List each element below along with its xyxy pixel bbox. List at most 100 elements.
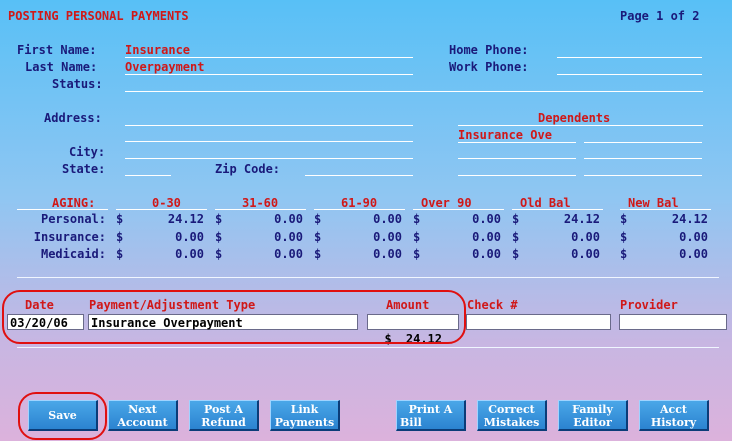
dependent-1-underline	[458, 142, 576, 143]
last-name-label: Last Name:	[25, 60, 98, 74]
check-label: Check #	[467, 298, 518, 312]
dependent-5-underline	[458, 175, 576, 176]
aging-row-label: Medicaid:	[40, 247, 106, 261]
aging-cell: 24.12	[563, 212, 600, 226]
aging-cell: 0.00	[373, 230, 402, 244]
aging-header-over-90: Over 90	[421, 196, 472, 210]
button-label-line: Link	[290, 403, 319, 416]
aging-cell: 0.00	[679, 247, 708, 261]
screen-title: POSTING PERSONAL PAYMENTS	[8, 9, 189, 23]
annotation-circle-payment	[2, 290, 466, 344]
aging-cell: 24.12	[671, 212, 708, 226]
button-label-line: Editor	[573, 416, 612, 429]
check-input[interactable]	[466, 314, 611, 330]
state-underline	[125, 175, 171, 176]
work-phone-underline	[557, 74, 702, 75]
first-name-label: First Name:	[17, 43, 97, 57]
button-label-line: Acct	[659, 403, 687, 416]
aging-underline	[512, 209, 603, 210]
aging-currency: $	[215, 247, 223, 261]
next-account-button[interactable]: Next Account	[108, 400, 178, 431]
button-label-line: Bill	[400, 416, 422, 429]
aging-currency: $	[512, 212, 520, 226]
address-line1	[125, 125, 413, 126]
section-divider	[17, 277, 719, 278]
aging-header-31-60: 31-60	[242, 196, 279, 210]
aging-row-label: Personal:	[40, 212, 106, 226]
last-name-underline	[125, 74, 413, 75]
aging-currency: $	[215, 230, 223, 244]
print-bill-button[interactable]: Print A Bill	[396, 400, 466, 431]
link-payments-button[interactable]: Link Payments	[270, 400, 340, 431]
aging-cell: 0.00	[274, 247, 303, 261]
aging-cell: 0.00	[571, 230, 600, 244]
aging-cell: 0.00	[274, 212, 303, 226]
aging-cell: 0.00	[472, 212, 501, 226]
aging-cell: 0.00	[472, 247, 501, 261]
button-label-line: Account	[117, 416, 168, 429]
aging-cell: 0.00	[373, 247, 402, 261]
zip-underline	[305, 175, 413, 176]
page-indicator: Page 1 of 2	[620, 9, 700, 23]
aging-currency: $	[620, 247, 628, 261]
aging-cell: 0.00	[571, 247, 600, 261]
correct-mistakes-button[interactable]: Correct Mistakes	[477, 400, 547, 431]
dependents-underline	[458, 125, 703, 126]
address-line2	[125, 141, 413, 142]
aging-cell: 0.00	[679, 230, 708, 244]
section-divider	[17, 347, 719, 348]
aging-currency: $	[620, 212, 628, 226]
aging-currency: $	[512, 247, 520, 261]
button-label-line: Family	[572, 403, 613, 416]
status-underline	[125, 91, 703, 92]
provider-input[interactable]	[619, 314, 727, 330]
aging-currency: $	[314, 230, 322, 244]
city-underline	[125, 158, 413, 159]
home-phone-label: Home Phone:	[449, 43, 529, 57]
status-label: Status:	[52, 77, 103, 91]
first-name-value: Insurance	[125, 43, 191, 57]
dependent-4-underline	[584, 158, 702, 159]
aging-currency: $	[116, 212, 124, 226]
dependent-2-underline	[584, 142, 702, 143]
aging-cell: 0.00	[175, 247, 204, 261]
annotation-circle-save	[18, 392, 107, 440]
aging-currency: $	[314, 212, 322, 226]
button-label-line: Post A	[204, 403, 243, 416]
dependent-6-underline	[584, 175, 702, 176]
aging-header-0-30: 0-30	[152, 196, 181, 210]
post-refund-button[interactable]: Post A Refund	[189, 400, 259, 431]
aging-header-old-bal: Old Bal	[520, 196, 571, 210]
aging-currency: $	[314, 247, 322, 261]
button-label-line: Print A	[408, 403, 453, 416]
family-editor-button[interactable]: Family Editor	[558, 400, 628, 431]
aging-currency: $	[413, 247, 421, 261]
aging-underline	[620, 209, 711, 210]
aging-cell: 0.00	[274, 230, 303, 244]
address-label: Address:	[44, 111, 102, 125]
aging-currency: $	[620, 230, 628, 244]
aging-currency: $	[413, 212, 421, 226]
aging-underline	[17, 209, 108, 210]
aging-currency: $	[215, 212, 223, 226]
aging-currency: $	[512, 230, 520, 244]
state-label: State:	[62, 162, 106, 176]
button-label-line: Next	[128, 403, 157, 416]
first-name-underline	[125, 57, 413, 58]
aging-cell: 0.00	[472, 230, 501, 244]
aging-underline	[314, 209, 405, 210]
aging-underline	[215, 209, 306, 210]
aging-row-label: Insurance:	[33, 230, 106, 244]
button-label-line: Correct	[488, 403, 535, 416]
work-phone-label: Work Phone:	[449, 60, 529, 74]
aging-underline	[116, 209, 207, 210]
dependent-3-underline	[458, 158, 576, 159]
city-label: City:	[69, 145, 106, 159]
aging-cell: 24.12	[167, 212, 204, 226]
aging-cell: 0.00	[175, 230, 204, 244]
aging-header-label: AGING:	[52, 196, 96, 210]
aging-currency: $	[116, 230, 124, 244]
aging-header-61-90: 61-90	[341, 196, 378, 210]
zip-label: Zip Code:	[215, 162, 281, 176]
acct-history-button[interactable]: Acct History	[639, 400, 709, 431]
